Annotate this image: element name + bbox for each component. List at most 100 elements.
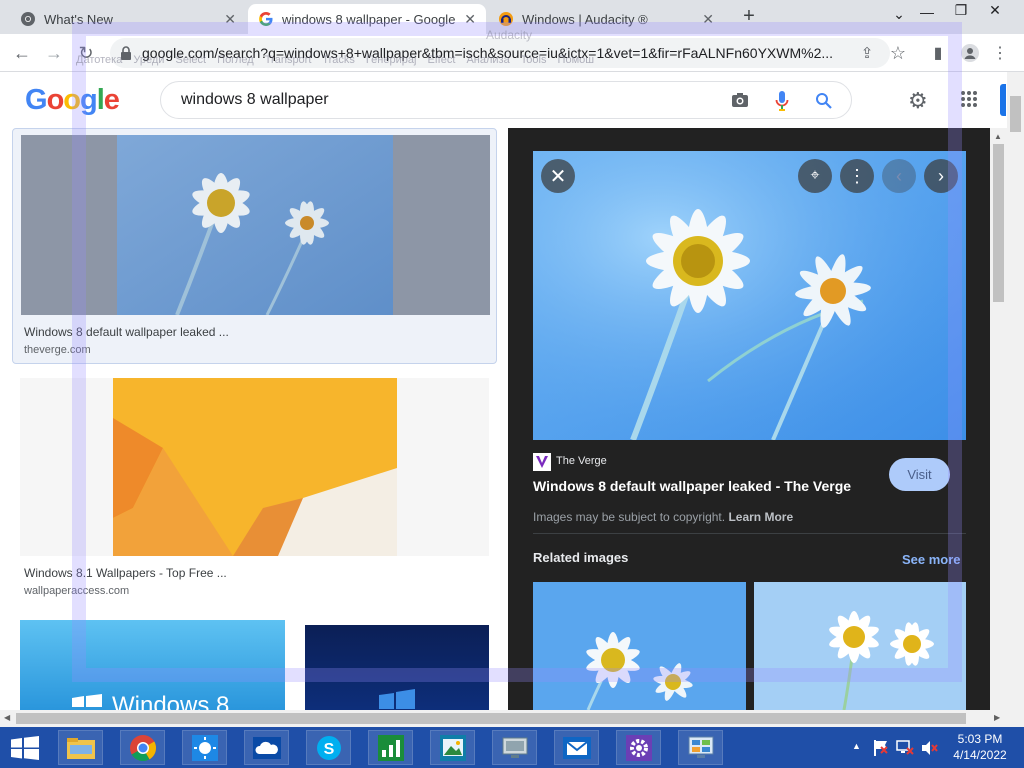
previous-image-icon[interactable]: ‹ — [882, 159, 916, 193]
more-options-icon[interactable]: ⋮ — [840, 159, 874, 193]
windows-logo-icon — [72, 694, 102, 707]
result-source[interactable]: wallpaperaccess.com — [24, 585, 129, 597]
preview-image[interactable] — [533, 151, 966, 440]
result-thumbnail[interactable] — [20, 378, 489, 556]
scroll-left-icon[interactable]: ◀ — [4, 713, 10, 722]
horizontal-scroll-thumb[interactable] — [16, 713, 966, 724]
clock-date: 4/14/2022 — [953, 748, 1007, 762]
apps-grid-icon[interactable] — [960, 90, 978, 108]
reload-icon[interactable]: ↻ — [74, 41, 98, 65]
close-tab-icon[interactable]: ✕ — [224, 11, 236, 28]
tab-search-icon[interactable]: ⌄ — [884, 6, 914, 23]
image-result-card[interactable]: Windows 8.1 Wallpapers - Top Free ... wa… — [20, 378, 490, 600]
learn-more-link[interactable]: Learn More — [728, 510, 793, 524]
onedrive-taskbar-icon[interactable] — [244, 730, 289, 765]
next-image-icon[interactable]: › — [924, 159, 958, 193]
image-result-card[interactable]: Windows 8 — [20, 620, 285, 710]
close-tab-icon[interactable]: ✕ — [702, 11, 714, 28]
photos-taskbar-icon[interactable] — [430, 730, 475, 765]
result-source[interactable]: theverge.com — [24, 344, 91, 356]
result-caption: Windows 8 — [112, 692, 230, 710]
visit-button[interactable]: Visit — [889, 458, 950, 491]
browser-toolbar: ← → ↻ google.com/search?q=windows+8+wall… — [0, 34, 1024, 72]
url-text: google.com/search?q=windows+8+wallpaper&… — [142, 45, 834, 61]
file-explorer-taskbar-icon[interactable] — [58, 730, 103, 765]
vertical-scrollbar[interactable]: ▲ — [990, 128, 1007, 710]
image-preview-panel: ✕ ⌖ ⋮ ‹ › The Verge Windows 8 default wa… — [508, 128, 990, 710]
remote-desktop-taskbar-icon[interactable] — [492, 730, 537, 765]
yellow-wallpaper-thumb — [113, 378, 397, 556]
network-icon[interactable] — [896, 739, 914, 757]
clock-time: 5:03 PM — [957, 732, 1003, 746]
settings-taskbar-icon[interactable] — [616, 730, 661, 765]
forward-arrow-icon[interactable]: → — [42, 41, 66, 65]
settings-gear-icon[interactable]: ⚙ — [908, 88, 928, 114]
related-image-thumb[interactable] — [533, 582, 746, 710]
page-scrollbar[interactable] — [1007, 72, 1024, 727]
image-result-card[interactable] — [305, 625, 489, 710]
side-panel-icon[interactable]: ▮ — [926, 41, 950, 65]
tab-audacity[interactable]: Windows | Audacity ® ✕ — [488, 4, 724, 34]
see-more-link[interactable]: See more — [902, 552, 961, 567]
daisy-wallpaper-thumb — [117, 135, 393, 315]
tab-title: windows 8 wallpaper - Google Se — [282, 11, 459, 27]
close-preview-icon[interactable]: ✕ — [541, 159, 575, 193]
close-window-icon[interactable]: ✕ — [980, 2, 1010, 19]
scroll-up-icon[interactable]: ▲ — [994, 132, 1002, 141]
control-panel-taskbar-icon[interactable] — [678, 730, 723, 765]
restore-icon[interactable]: ❐ — [946, 2, 976, 19]
preview-source-name[interactable]: The Verge — [556, 455, 607, 467]
show-hidden-icons-icon[interactable]: ▲ — [852, 741, 861, 751]
windows-taskbar: S ▲ 5:03 PM 4/14/2022 — [0, 727, 1024, 768]
page-scroll-thumb[interactable] — [1010, 96, 1021, 132]
daisy-wallpaper-preview — [533, 151, 966, 440]
tab-whats-new[interactable]: What's New ✕ — [10, 4, 246, 34]
bookmark-star-icon[interactable]: ☆ — [886, 41, 910, 65]
microphone-icon[interactable] — [775, 90, 789, 112]
tab-title: Windows | Audacity ® — [522, 11, 648, 27]
address-bar[interactable]: google.com/search?q=windows+8+wallpaper&… — [110, 38, 890, 68]
horizontal-scrollbar[interactable]: ◀ ▶ — [0, 710, 1007, 727]
clock[interactable]: 5:03 PM 4/14/2022 — [944, 731, 1016, 763]
tab-strip: What's New ✕ windows 8 wallpaper - Googl… — [0, 0, 1024, 34]
close-tab-icon[interactable]: ✕ — [464, 11, 476, 28]
finance-taskbar-icon[interactable] — [368, 730, 413, 765]
scroll-right-icon[interactable]: ▶ — [994, 713, 1000, 722]
share-icon[interactable]: ⇪ — [855, 41, 879, 65]
menu-dots-icon[interactable]: ⋮ — [988, 41, 1012, 65]
action-center-flag-icon[interactable] — [872, 739, 890, 757]
tab-google-search[interactable]: windows 8 wallpaper - Google Se ✕ — [248, 4, 486, 34]
google-logo[interactable]: Google — [25, 84, 120, 117]
result-caption[interactable]: Windows 8 default wallpaper leaked ... — [24, 325, 229, 339]
weather-taskbar-icon[interactable] — [182, 730, 227, 765]
copyright-notice: Images may be subject to copyright. Lear… — [533, 510, 793, 524]
new-tab-button[interactable]: + — [734, 5, 764, 28]
image-result-card[interactable]: Windows 8 default wallpaper leaked ... t… — [12, 128, 497, 364]
lock-icon[interactable] — [120, 46, 132, 60]
minimize-icon[interactable]: — — [912, 4, 942, 20]
search-box — [160, 81, 852, 119]
result-caption[interactable]: Windows 8.1 Wallpapers - Top Free ... — [24, 566, 227, 580]
start-windows-icon[interactable] — [11, 736, 39, 760]
profile-avatar-icon[interactable] — [958, 41, 982, 65]
vertical-scroll-thumb[interactable] — [993, 144, 1004, 302]
tab-title: What's New — [44, 11, 113, 27]
result-thumbnail[interactable] — [21, 135, 490, 315]
chrome-taskbar-icon[interactable] — [120, 730, 165, 765]
windows-logo-icon — [379, 689, 415, 709]
preview-title[interactable]: Windows 8 default wallpaper leaked - The… — [533, 478, 851, 494]
back-arrow-icon[interactable]: ← — [10, 41, 34, 65]
skype-taskbar-icon[interactable]: S — [306, 730, 351, 765]
volume-muted-icon[interactable] — [920, 739, 938, 757]
google-icon — [259, 12, 273, 26]
lens-search-icon[interactable]: ⌖ — [798, 159, 832, 193]
mail-taskbar-icon[interactable] — [554, 730, 599, 765]
search-input[interactable] — [179, 88, 699, 112]
sign-in-button-edge[interactable] — [1000, 84, 1006, 116]
related-images-heading: Related images — [533, 550, 629, 565]
camera-icon[interactable] — [731, 92, 749, 108]
svg-text:S: S — [323, 741, 334, 758]
search-icon[interactable] — [815, 92, 833, 110]
related-image-thumb[interactable] — [754, 582, 966, 710]
divider — [533, 533, 966, 534]
